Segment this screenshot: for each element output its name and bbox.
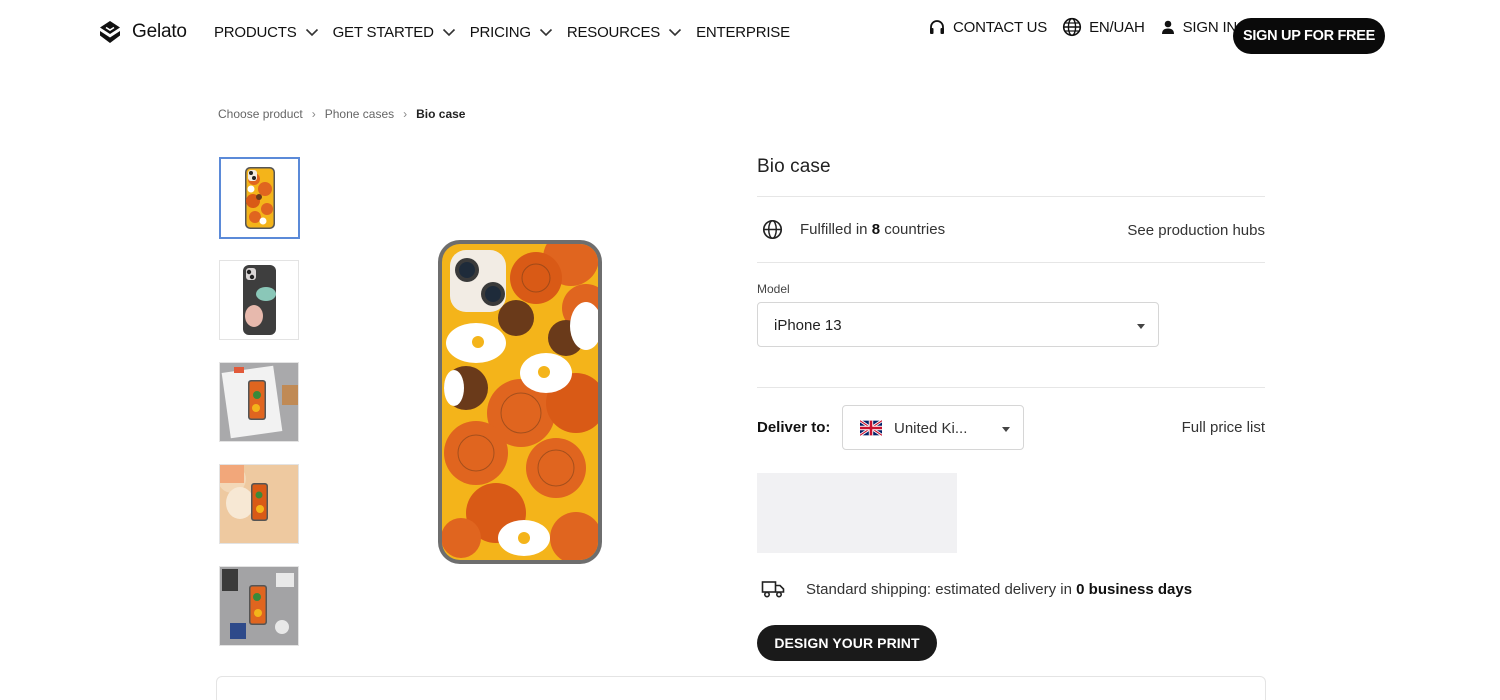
fulfillment-prefix: Fulfilled in [800,221,872,238]
locale-selector[interactable]: EN/UAH [1062,17,1145,37]
locale-label: EN/UAH [1089,18,1145,36]
nav-pricing-label: PRICING [469,24,531,41]
thumbnail-2[interactable] [219,260,299,340]
nav-resources-label: RESOURCES [566,24,661,41]
design-your-print-button[interactable]: DESIGN YOUR PRINT [757,625,937,661]
nav-pricing[interactable]: PRICING [470,24,553,41]
truck-icon [761,581,785,598]
thumbnail-5[interactable] [219,566,299,646]
thumb-lifestyle-grey [220,567,298,645]
globe-icon [762,219,783,240]
logo[interactable]: Gelato [96,18,187,46]
nav-enterprise-label: ENTERPRISE [696,24,790,41]
main-nav: PRODUCTS GET STARTED PRICING RESOURCES E… [214,24,804,41]
site-header: Gelato PRODUCTS GET STARTED PRICING RESO… [0,0,1500,70]
contact-us-link[interactable]: CONTACT US [928,18,1047,36]
see-production-hubs-link[interactable]: See production hubs [1127,222,1265,239]
nav-get-started-label: GET STARTED [332,24,434,41]
nav-products-label: PRODUCTS [214,24,297,41]
shipping-prefix: Standard shipping: estimated delivery in [806,580,1077,598]
model-label: Model [757,282,790,296]
thumb-lifestyle-desk [220,363,298,441]
chevron-down-icon [668,28,682,37]
nav-get-started[interactable]: GET STARTED [333,24,456,41]
country-select-value: United Ki... [894,420,968,437]
model-select[interactable]: iPhone 13 [757,302,1159,347]
model-select-value: iPhone 13 [774,317,842,334]
chevron-down-icon [305,28,318,37]
fulfillment-suffix: countries [880,221,946,238]
thumbnail-3[interactable] [219,362,299,442]
user-icon [1161,20,1174,34]
header-actions: CONTACT US EN/UAH SIGN IN [928,17,1252,37]
breadcrumb: Choose product › Phone cases › Bio case [218,107,465,121]
breadcrumb-phone-cases[interactable]: Phone cases [325,107,394,121]
product-title: Bio case [757,156,831,177]
headset-icon [930,20,944,34]
deliver-to-label: Deliver to: [757,419,831,436]
contact-us-label: CONTACT US [953,18,1048,36]
country-select[interactable]: United Ki... [842,405,1024,450]
fulfillment-text: Fulfilled in 8 countries [800,221,945,238]
price-loading-placeholder [757,473,957,553]
divider [757,196,1265,197]
breadcrumb-choose-product[interactable]: Choose product [218,107,303,121]
chevron-down-icon [539,28,552,37]
nav-products[interactable]: PRODUCTS [214,24,319,41]
product-main-image [438,240,602,564]
chevron-down-icon [442,28,455,37]
shipping-days: 0 business days [1076,580,1193,598]
shipping-info: Standard shipping: estimated delivery in… [761,579,1192,599]
shipping-text: Standard shipping: estimated delivery in… [806,581,1192,598]
sign-in-label: SIGN IN [1182,18,1238,36]
sign-in-link[interactable]: SIGN IN [1160,19,1237,36]
globe-icon [1063,17,1082,37]
gelato-logo-icon [100,21,120,43]
sign-up-button[interactable]: SIGN UP FOR FREE [1233,18,1385,54]
thumbnail-4[interactable] [219,464,299,544]
fulfillment-count: 8 [871,221,881,238]
fulfillment-info: Fulfilled in 8 countries [762,219,945,240]
thumb-lifestyle-peach [220,465,298,543]
nav-resources[interactable]: RESOURCES [567,24,682,41]
thumb-floral-case [221,159,298,237]
details-card [216,676,1266,700]
uk-flag-icon [860,420,882,436]
chevron-right-icon: › [311,107,316,121]
thumbnail-1[interactable] [219,157,300,239]
full-price-list-link[interactable]: Full price list [1182,419,1265,436]
logo-text: Gelato [132,21,187,42]
breadcrumb-current: Bio case [416,107,466,121]
thumb-abstract-case [220,261,298,339]
chevron-right-icon: › [403,107,408,121]
divider [757,387,1265,388]
caret-down-icon [1137,324,1145,329]
nav-enterprise[interactable]: ENTERPRISE [696,24,790,41]
caret-down-icon [1002,427,1010,432]
divider [757,262,1265,263]
